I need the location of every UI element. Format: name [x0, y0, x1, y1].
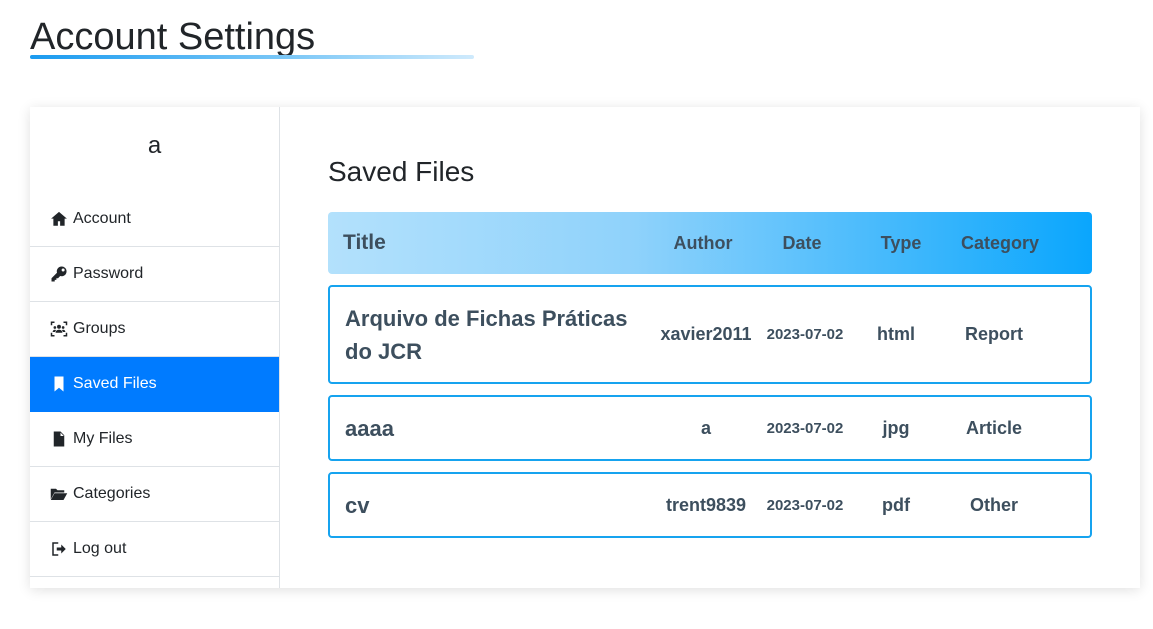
table-row[interactable]: Arquivo de Fichas Práticas do JCR xavier…: [328, 285, 1092, 384]
sidebar-item-saved-files[interactable]: Saved Files: [30, 357, 279, 412]
row-type: pdf: [882, 494, 910, 515]
row-category: Report: [965, 324, 1023, 344]
row-title: aaaa: [345, 415, 394, 441]
sign-out-icon: [50, 540, 68, 558]
row-date: 2023-07-02: [766, 419, 844, 437]
column-header-date: Date: [782, 232, 822, 253]
sidebar-item-log-out[interactable]: Log out: [30, 522, 279, 577]
sidebar-item-label: Password: [73, 265, 144, 282]
row-category: Article: [965, 417, 1023, 438]
row-author: xavier2011: [660, 324, 752, 344]
row-title: Arquivo de Fichas Práticas do JCR: [345, 305, 628, 364]
column-header-title: Title: [343, 231, 386, 254]
row-date: 2023-07-02: [766, 326, 844, 343]
sidebar-item-my-files[interactable]: My Files: [30, 412, 279, 467]
home-icon: [50, 210, 68, 228]
main-content: Saved Files Title Author Date Type Categ…: [280, 107, 1140, 588]
sidebar-item-categories[interactable]: Categories: [30, 467, 279, 522]
column-header-category: Category: [960, 232, 1040, 253]
username: a: [147, 132, 162, 159]
sidebar-nav: Account Password Groups Saved Files My F…: [30, 192, 279, 577]
sidebar-item-label: My Files: [73, 430, 133, 447]
sidebar-item-label: Saved Files: [73, 375, 157, 392]
sidebar-item-label: Account: [73, 210, 131, 227]
sidebar-item-label: Categories: [73, 485, 151, 502]
title-underline: [30, 55, 474, 59]
bookmark-icon: [50, 375, 68, 393]
table-header: Title Author Date Type Category: [328, 212, 1092, 274]
section-title: Saved Files: [328, 156, 475, 187]
column-header-type: Type: [880, 232, 922, 253]
row-date: 2023-07-02: [766, 496, 844, 514]
table-row[interactable]: cv trent9839 2023-07-02 pdf Other: [328, 472, 1092, 538]
users-icon: [50, 320, 68, 338]
sidebar-item-groups[interactable]: Groups: [30, 302, 279, 357]
row-type: html: [877, 324, 915, 344]
row-type: jpg: [882, 417, 910, 438]
sidebar-item-label: Groups: [73, 320, 126, 337]
sidebar-item-account[interactable]: Account: [30, 192, 279, 247]
table-row[interactable]: aaaa a 2023-07-02 jpg Article: [328, 395, 1092, 461]
sidebar-item-password[interactable]: Password: [30, 247, 279, 302]
row-author: trent9839: [665, 494, 747, 515]
row-category: Other: [969, 494, 1018, 515]
file-icon: [50, 430, 68, 448]
folder-open-icon: [50, 485, 68, 503]
sidebar-item-label: Log out: [73, 540, 127, 557]
column-header-author: Author: [673, 232, 733, 253]
sidebar: a Account Password Groups Saved Files My…: [30, 107, 280, 588]
page-title: Account Settings: [30, 16, 316, 58]
settings-card: a Account Password Groups Saved Files My…: [30, 107, 1140, 588]
key-icon: [50, 265, 68, 283]
row-author: a: [700, 417, 711, 438]
row-title: cv: [345, 492, 370, 518]
